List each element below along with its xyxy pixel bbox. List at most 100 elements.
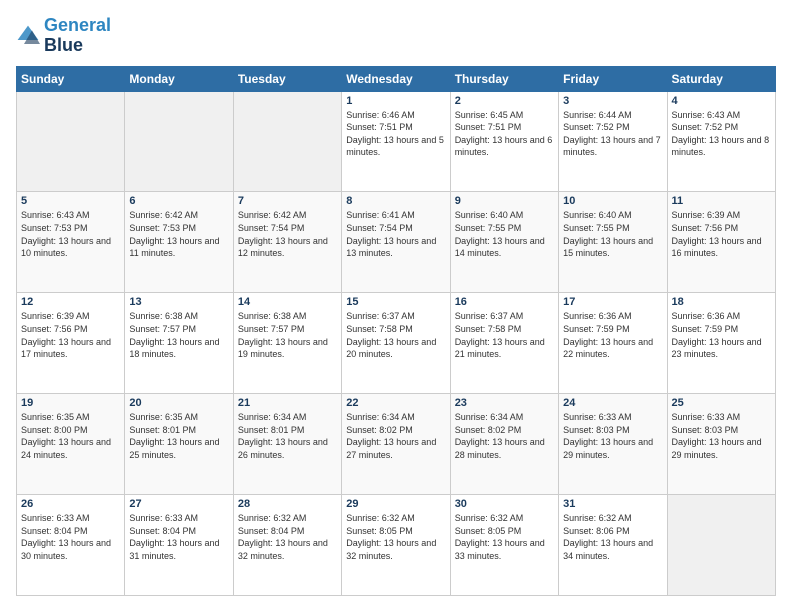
day-info: Sunrise: 6:46 AM Sunset: 7:51 PM Dayligh…	[346, 109, 445, 159]
day-number: 27	[129, 498, 228, 510]
day-cell	[17, 91, 125, 192]
day-number: 13	[129, 296, 228, 308]
day-cell	[233, 91, 341, 192]
day-info: Sunrise: 6:33 AM Sunset: 8:04 PM Dayligh…	[129, 512, 228, 562]
day-info: Sunrise: 6:32 AM Sunset: 8:04 PM Dayligh…	[238, 512, 337, 562]
day-number: 16	[455, 296, 554, 308]
calendar-table: SundayMondayTuesdayWednesdayThursdayFrid…	[16, 66, 776, 596]
day-cell: 3 Sunrise: 6:44 AM Sunset: 7:52 PM Daylig…	[559, 91, 667, 192]
week-row-4: 19 Sunrise: 6:35 AM Sunset: 8:00 PM Dayli…	[17, 394, 776, 495]
day-cell: 25 Sunrise: 6:33 AM Sunset: 8:03 PM Dayli…	[667, 394, 775, 495]
header: General Blue	[16, 16, 776, 56]
day-number: 19	[21, 397, 120, 409]
day-info: Sunrise: 6:33 AM Sunset: 8:03 PM Dayligh…	[563, 411, 662, 461]
day-info: Sunrise: 6:37 AM Sunset: 7:58 PM Dayligh…	[455, 310, 554, 360]
day-cell: 15Sunrise: 6:37 AM Sunset: 7:58 PM Dayli…	[342, 293, 450, 394]
day-info: Sunrise: 6:36 AM Sunset: 7:59 PM Dayligh…	[672, 310, 771, 360]
day-info: Sunrise: 6:34 AM Sunset: 8:02 PM Dayligh…	[455, 411, 554, 461]
day-info: Sunrise: 6:42 AM Sunset: 7:54 PM Dayligh…	[238, 209, 337, 259]
day-info: Sunrise: 6:41 AM Sunset: 7:54 PM Dayligh…	[346, 209, 445, 259]
day-cell: 29 Sunrise: 6:32 AM Sunset: 8:05 PM Dayli…	[342, 495, 450, 596]
day-number: 4	[672, 95, 771, 107]
weekday-tuesday: Tuesday	[233, 66, 341, 91]
day-number: 3	[563, 95, 662, 107]
day-cell: 21Sunrise: 6:34 AM Sunset: 8:01 PM Dayli…	[233, 394, 341, 495]
day-cell: 12Sunrise: 6:39 AM Sunset: 7:56 PM Dayli…	[17, 293, 125, 394]
day-number: 6	[129, 195, 228, 207]
page: General Blue SundayMondayTuesdayWednesda…	[0, 0, 792, 612]
logo: General Blue	[16, 16, 111, 56]
day-cell: 1 Sunrise: 6:46 AM Sunset: 7:51 PM Daylig…	[342, 91, 450, 192]
day-cell: 26Sunrise: 6:33 AM Sunset: 8:04 PM Dayli…	[17, 495, 125, 596]
day-cell: 24Sunrise: 6:33 AM Sunset: 8:03 PM Dayli…	[559, 394, 667, 495]
day-info: Sunrise: 6:45 AM Sunset: 7:51 PM Dayligh…	[455, 109, 554, 159]
weekday-monday: Monday	[125, 66, 233, 91]
day-cell: 5 Sunrise: 6:43 AM Sunset: 7:53 PM Daylig…	[17, 192, 125, 293]
day-cell: 6 Sunrise: 6:42 AM Sunset: 7:53 PM Daylig…	[125, 192, 233, 293]
day-info: Sunrise: 6:35 AM Sunset: 8:00 PM Dayligh…	[21, 411, 120, 461]
day-number: 5	[21, 195, 120, 207]
day-number: 22	[346, 397, 445, 409]
day-cell: 13 Sunrise: 6:38 AM Sunset: 7:57 PM Dayli…	[125, 293, 233, 394]
day-cell: 8 Sunrise: 6:41 AM Sunset: 7:54 PM Daylig…	[342, 192, 450, 293]
day-info: Sunrise: 6:32 AM Sunset: 8:05 PM Dayligh…	[455, 512, 554, 562]
day-info: Sunrise: 6:34 AM Sunset: 8:01 PM Dayligh…	[238, 411, 337, 461]
week-row-3: 12Sunrise: 6:39 AM Sunset: 7:56 PM Dayli…	[17, 293, 776, 394]
day-number: 25	[672, 397, 771, 409]
day-info: Sunrise: 6:40 AM Sunset: 7:55 PM Dayligh…	[563, 209, 662, 259]
day-number: 10	[563, 195, 662, 207]
day-cell: 10 Sunrise: 6:40 AM Sunset: 7:55 PM Dayli…	[559, 192, 667, 293]
day-number: 7	[238, 195, 337, 207]
day-info: Sunrise: 6:38 AM Sunset: 7:57 PM Dayligh…	[129, 310, 228, 360]
week-row-5: 26 Sunrise: 6:33 AM Sunset: 8:04 PM Dayli…	[17, 495, 776, 596]
day-number: 11	[672, 195, 771, 207]
weekday-sunday: Sunday	[17, 66, 125, 91]
day-number: 26	[21, 498, 120, 510]
day-cell: 23Sunrise: 6:34 AM Sunset: 8:02 PM Dayli…	[450, 394, 558, 495]
day-info: Sunrise: 6:40 AM Sunset: 7:55 PM Dayligh…	[455, 209, 554, 259]
weekday-saturday: Saturday	[667, 66, 775, 91]
day-info: Sunrise: 6:43 AM Sunset: 7:53 PM Dayligh…	[21, 209, 120, 259]
day-cell: 30 Sunrise: 6:32 AM Sunset: 8:05 PM Dayli…	[450, 495, 558, 596]
day-number: 1	[346, 95, 445, 107]
day-info: Sunrise: 6:39 AM Sunset: 7:56 PM Dayligh…	[21, 310, 120, 360]
day-cell: 18 Sunrise: 6:36 AM Sunset: 7:59 PM Dayli…	[667, 293, 775, 394]
day-cell: 16 Sunrise: 6:37 AM Sunset: 7:58 PM Dayli…	[450, 293, 558, 394]
day-cell: 22 Sunrise: 6:34 AM Sunset: 8:02 PM Dayli…	[342, 394, 450, 495]
day-info: Sunrise: 6:38 AM Sunset: 7:57 PM Dayligh…	[238, 310, 337, 360]
day-info: Sunrise: 6:33 AM Sunset: 8:03 PM Dayligh…	[672, 411, 771, 461]
day-info: Sunrise: 6:34 AM Sunset: 8:02 PM Dayligh…	[346, 411, 445, 461]
day-cell: 20 Sunrise: 6:35 AM Sunset: 8:01 PM Dayli…	[125, 394, 233, 495]
day-number: 28	[238, 498, 337, 510]
day-cell: 9 Sunrise: 6:40 AM Sunset: 7:55 PM Daylig…	[450, 192, 558, 293]
weekday-wednesday: Wednesday	[342, 66, 450, 91]
day-cell: 11 Sunrise: 6:39 AM Sunset: 7:56 PM Dayli…	[667, 192, 775, 293]
day-info: Sunrise: 6:32 AM Sunset: 8:06 PM Dayligh…	[563, 512, 662, 562]
day-info: Sunrise: 6:42 AM Sunset: 7:53 PM Dayligh…	[129, 209, 228, 259]
day-number: 17	[563, 296, 662, 308]
day-number: 29	[346, 498, 445, 510]
week-row-2: 5 Sunrise: 6:43 AM Sunset: 7:53 PM Daylig…	[17, 192, 776, 293]
weekday-friday: Friday	[559, 66, 667, 91]
day-info: Sunrise: 6:39 AM Sunset: 7:56 PM Dayligh…	[672, 209, 771, 259]
day-info: Sunrise: 6:44 AM Sunset: 7:52 PM Dayligh…	[563, 109, 662, 159]
day-cell: 27 Sunrise: 6:33 AM Sunset: 8:04 PM Dayli…	[125, 495, 233, 596]
day-number: 30	[455, 498, 554, 510]
day-number: 15	[346, 296, 445, 308]
day-number: 31	[563, 498, 662, 510]
day-number: 8	[346, 195, 445, 207]
day-cell: 14 Sunrise: 6:38 AM Sunset: 7:57 PM Dayli…	[233, 293, 341, 394]
day-number: 9	[455, 195, 554, 207]
day-number: 14	[238, 296, 337, 308]
day-number: 20	[129, 397, 228, 409]
day-cell: 7 Sunrise: 6:42 AM Sunset: 7:54 PM Daylig…	[233, 192, 341, 293]
day-cell: 17 Sunrise: 6:36 AM Sunset: 7:59 PM Dayli…	[559, 293, 667, 394]
day-cell: 31 Sunrise: 6:32 AM Sunset: 8:06 PM Dayli…	[559, 495, 667, 596]
day-info: Sunrise: 6:32 AM Sunset: 8:05 PM Dayligh…	[346, 512, 445, 562]
weekday-header-row: SundayMondayTuesdayWednesdayThursdayFrid…	[17, 66, 776, 91]
day-number: 2	[455, 95, 554, 107]
day-info: Sunrise: 6:35 AM Sunset: 8:01 PM Dayligh…	[129, 411, 228, 461]
day-number: 18	[672, 296, 771, 308]
day-info: Sunrise: 6:36 AM Sunset: 7:59 PM Dayligh…	[563, 310, 662, 360]
week-row-1: 1 Sunrise: 6:46 AM Sunset: 7:51 PM Daylig…	[17, 91, 776, 192]
